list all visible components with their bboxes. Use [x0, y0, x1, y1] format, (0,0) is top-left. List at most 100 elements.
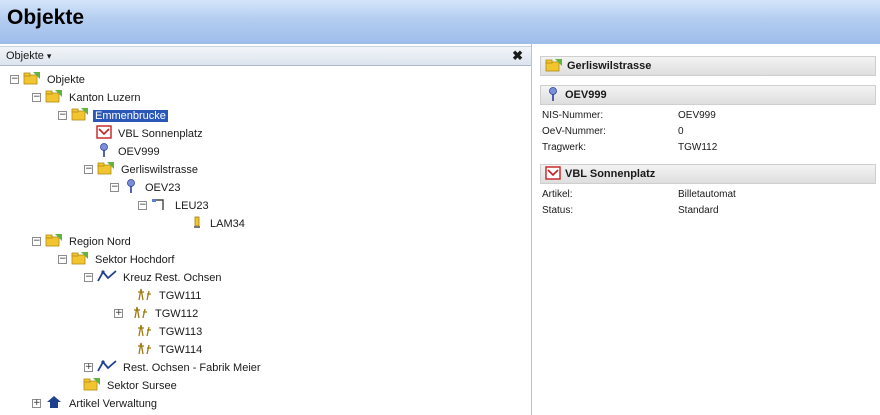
window-title: Objekte: [7, 6, 85, 29]
field-oev-nummer: OeV-Nummer: 0: [542, 126, 872, 140]
pole-structure-icon: [135, 287, 153, 304]
tree-node-label: Region Nord: [69, 235, 131, 248]
tree-node-label-selected: Emmenbrucke: [93, 109, 168, 122]
tree-node-kanton-luzern[interactable]: − Kanton Luzern: [32, 89, 143, 106]
tree-node-sektor-hochdorf[interactable]: − Sektor Hochdorf: [58, 251, 176, 268]
field-label: OeV-Nummer:: [542, 126, 606, 137]
collapse-toggle[interactable]: −: [110, 183, 119, 192]
folder-icon: [45, 89, 63, 106]
tree-node-oev23[interactable]: − OEV23: [110, 179, 182, 196]
field-label: Artikel:: [542, 189, 573, 200]
tree-node-artikel-verwaltung[interactable]: + Artikel Verwaltung: [32, 395, 159, 412]
tree-node-label: Objekte: [47, 73, 85, 86]
collapse-toggle[interactable]: −: [84, 165, 93, 174]
field-status: Status: Standard: [542, 205, 872, 219]
collapse-toggle[interactable]: −: [84, 273, 93, 282]
lamp-icon: [190, 215, 204, 232]
folder-icon: [71, 107, 89, 124]
field-nis-nummer: NIS-Nummer: OEV999: [542, 110, 872, 124]
tree-node-kreuz-rest-ochsen[interactable]: − Kreuz Rest. Ochsen: [84, 269, 223, 286]
field-tragwerk: Tragwerk: TGW112: [542, 142, 872, 156]
tree-node-oev999[interactable]: OEV999: [96, 143, 162, 160]
collapse-toggle[interactable]: −: [32, 93, 41, 102]
tree-node-emmenbrucke[interactable]: − Emmenbrucke: [58, 107, 168, 124]
field-artikel: Artikel: Billetautomat: [542, 189, 872, 203]
tree-node-label: TGW111: [159, 289, 202, 302]
folder-icon: [71, 251, 89, 268]
detail-pane: Gerliswilstrasse OEV999 NIS-Nummer: OEV9…: [540, 44, 880, 415]
folder-icon: [23, 71, 41, 88]
collapse-toggle[interactable]: −: [58, 111, 67, 120]
ticket-machine-icon: [96, 125, 112, 142]
cable-span-icon: [97, 269, 117, 286]
tree-node-label: TGW113: [159, 325, 203, 338]
tree-pane-dropdown[interactable]: Objekte ▾: [6, 50, 51, 62]
tree-node-lam34[interactable]: LAM34: [190, 215, 247, 232]
expand-toggle[interactable]: +: [114, 309, 123, 318]
detail-group-oev999[interactable]: OEV999: [540, 85, 876, 105]
tree-node-label: Rest. Ochsen - Fabrik Meier: [123, 361, 261, 374]
bus-stop-pin-icon: [545, 86, 561, 104]
pole-structure-icon: [135, 341, 153, 358]
tree-node-gerliswilstrasse[interactable]: − Gerliswilstrasse: [84, 161, 200, 178]
object-tree: − Objekte − Kanton Luzern − Emmenbrucke: [0, 70, 531, 415]
lamp-arm-icon: [151, 197, 169, 214]
tree-node-sektor-sursee[interactable]: Sektor Sursee: [70, 377, 179, 394]
tree-node-tgw113[interactable]: TGW113: [122, 323, 204, 340]
bus-stop-pin-icon: [96, 143, 112, 160]
tree-node-rest-ochsen-fabrik-meier[interactable]: + Rest. Ochsen - Fabrik Meier: [84, 359, 263, 376]
detail-group-vbl-sonnenplatz[interactable]: VBL Sonnenplatz: [540, 164, 876, 184]
tree-node-tgw114[interactable]: TGW114: [122, 341, 204, 358]
bus-stop-pin-icon: [123, 179, 139, 196]
folder-icon: [83, 377, 101, 394]
tree-node-label: TGW112: [155, 307, 199, 320]
pole-structure-icon: [131, 305, 149, 322]
close-pane-button[interactable]: ✖: [512, 48, 523, 64]
collapse-toggle[interactable]: −: [10, 75, 19, 84]
field-label: Tragwerk:: [542, 142, 587, 153]
field-value: Standard: [678, 205, 719, 216]
tree-pane-header: Objekte ▾ ✖: [0, 46, 531, 66]
field-label: Status:: [542, 205, 574, 216]
tree-pane-title: Objekte: [6, 50, 44, 62]
tree-node-label: Sektor Hochdorf: [95, 253, 175, 266]
tree-node-label: VBL Sonnenplatz: [118, 127, 203, 140]
field-value: Billetautomat: [678, 189, 736, 200]
tree-node-tgw112[interactable]: + TGW112: [114, 305, 200, 322]
ticket-machine-icon: [545, 165, 561, 183]
article-admin-icon: [45, 395, 63, 412]
dropdown-caret-icon: ▾: [46, 51, 52, 61]
tree-node-label: Kanton Luzern: [69, 91, 141, 104]
field-label: NIS-Nummer:: [542, 110, 604, 121]
collapse-toggle[interactable]: −: [32, 237, 41, 246]
detail-group-title: OEV999: [565, 89, 607, 101]
tree-node-label: LAM34: [210, 217, 245, 230]
folder-icon: [545, 58, 563, 75]
tree-node-label: Sektor Sursee: [107, 379, 177, 392]
tree-node-label: LEU23: [175, 199, 209, 212]
tree-node-label: Gerliswilstrasse: [121, 163, 199, 176]
tree-node-label: Kreuz Rest. Ochsen: [123, 271, 222, 284]
folder-icon: [45, 233, 63, 250]
folder-icon: [97, 161, 115, 178]
tree-node-vbl-sonnenplatz[interactable]: VBL Sonnenplatz: [96, 125, 205, 142]
detail-group-title: VBL Sonnenplatz: [565, 168, 656, 180]
objects-tree-pane: Objekte▾ ✖ − Objekte − Kanton Luzern −: [0, 44, 532, 415]
expand-toggle[interactable]: +: [84, 363, 93, 372]
tree-node-leu23[interactable]: − LEU23: [138, 197, 211, 214]
collapse-toggle[interactable]: −: [58, 255, 67, 264]
title-bar: Objekte: [0, 0, 880, 44]
field-value: OEV999: [678, 110, 716, 121]
pole-structure-icon: [135, 323, 153, 340]
collapse-toggle[interactable]: −: [138, 201, 147, 210]
field-value: 0: [678, 126, 684, 137]
tree-node-label: OEV999: [118, 145, 160, 158]
tree-node-tgw111[interactable]: TGW111: [122, 287, 203, 304]
expand-toggle[interactable]: +: [32, 399, 41, 408]
detail-group-title: Gerliswilstrasse: [567, 60, 652, 72]
tree-node-label: TGW114: [159, 343, 203, 356]
detail-group-gerliswilstrasse[interactable]: Gerliswilstrasse: [540, 56, 876, 76]
tree-node-objekte[interactable]: − Objekte: [10, 71, 87, 88]
cable-span-icon: [97, 359, 117, 376]
tree-node-region-nord[interactable]: − Region Nord: [32, 233, 133, 250]
